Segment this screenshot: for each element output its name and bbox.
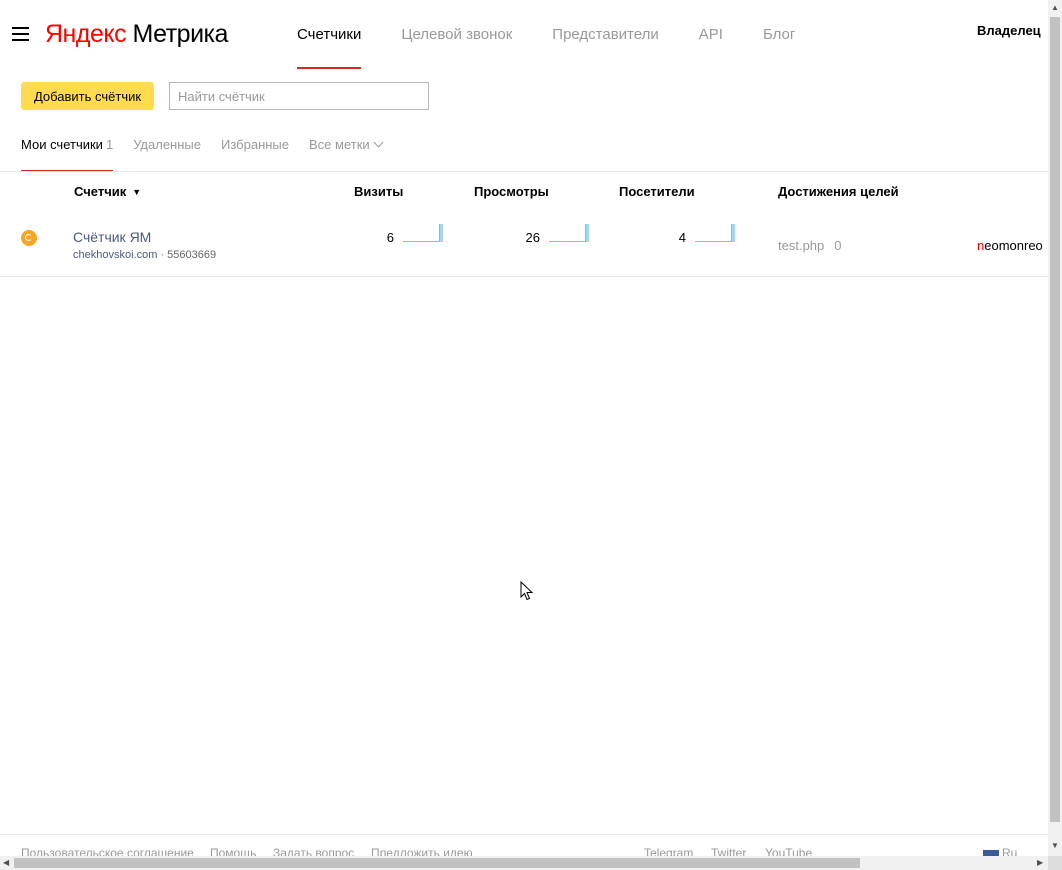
status-pending-icon[interactable] [21, 230, 37, 246]
nav-counters[interactable]: Счетчики [297, 0, 362, 70]
tab-deleted[interactable]: Удаленные [133, 132, 201, 172]
nav-target-call[interactable]: Целевой звонок [401, 0, 512, 70]
scrollbar-thumb[interactable] [1050, 17, 1060, 822]
visits-sparkline[interactable] [403, 224, 443, 242]
logo-product: Метрика [132, 20, 229, 48]
top-nav: Счетчики Целевой звонок Представители AP… [297, 0, 835, 70]
header: Яндекс Метрика Счетчики Целевой звонок П… [0, 0, 1048, 70]
goal-count: 0 [834, 238, 842, 253]
counter-name-link[interactable]: Счётчик ЯМ [73, 229, 151, 245]
visits-value: 6 [386, 230, 394, 245]
owner-name: eomonreo [984, 238, 1043, 253]
add-counter-button[interactable]: Добавить счётчик [21, 82, 154, 110]
column-header-owner[interactable]: Владелец [977, 23, 1041, 38]
counter-tabs: Мои счетчики 1 Удаленные Избранные Все ме… [21, 132, 402, 172]
column-header-goals[interactable]: Достижения целей [778, 184, 899, 199]
views-value: 26 [525, 230, 540, 245]
scroll-down-icon[interactable]: ▼ [1051, 841, 1059, 850]
menu-icon[interactable] [12, 27, 29, 41]
table-row: Счётчик ЯМ chekhovskoi.com · 55603669 6 … [0, 215, 1048, 277]
scroll-left-icon[interactable]: ◀ [3, 858, 9, 867]
visitors-value: 4 [678, 230, 686, 245]
mouse-cursor-icon [520, 581, 534, 601]
meta-separator: · [157, 249, 168, 261]
tab-label: Все метки [309, 137, 370, 152]
scroll-right-icon[interactable]: ▶ [1037, 858, 1043, 867]
logo[interactable]: Яндекс Метрика [45, 20, 228, 49]
scrollbar-corner [1048, 856, 1062, 870]
scrollbar-thumb[interactable] [14, 858, 860, 868]
tab-label: Мои счетчики [21, 137, 103, 152]
vertical-scrollbar[interactable]: ▲ ▼ [1048, 0, 1062, 856]
counter-id: 55603669 [167, 249, 217, 261]
counter-meta: chekhovskoi.com · 55603669 [73, 249, 216, 261]
views-sparkline[interactable] [549, 224, 589, 242]
horizontal-scrollbar[interactable]: ◀ ▶ [0, 856, 1048, 870]
counter-site-link[interactable]: chekhovskoi.com [73, 249, 157, 261]
logo-yandex: Яндекс [45, 20, 127, 48]
nav-api[interactable]: API [699, 0, 723, 70]
goal-name: test.php [778, 238, 825, 253]
sort-desc-icon: ▼ [132, 187, 142, 197]
visitors-sparkline[interactable] [695, 224, 735, 242]
tab-my-counters[interactable]: Мои счетчики 1 [21, 132, 114, 172]
nav-representatives[interactable]: Представители [552, 0, 658, 70]
tab-all-labels[interactable]: Все метки [309, 132, 384, 172]
chevron-down-icon [373, 137, 384, 148]
tab-favorites[interactable]: Избранные [221, 132, 289, 172]
tab-count: 1 [105, 137, 114, 152]
divider [0, 171, 1048, 172]
column-header-counter[interactable]: Счетчик ▼ [74, 184, 141, 199]
column-header-views[interactable]: Просмотры [474, 184, 549, 199]
column-header-visits[interactable]: Визиты [354, 184, 403, 199]
owner-cell: neomonreo [977, 238, 1043, 253]
scroll-up-icon[interactable]: ▲ [1051, 3, 1059, 12]
nav-blog[interactable]: Блог [763, 0, 795, 70]
search-input[interactable] [169, 82, 429, 110]
goal-cell: test.php 0 [778, 238, 842, 253]
column-label: Счетчик [74, 184, 127, 199]
column-header-visitors[interactable]: Посетители [619, 184, 695, 199]
divider [0, 834, 1048, 835]
